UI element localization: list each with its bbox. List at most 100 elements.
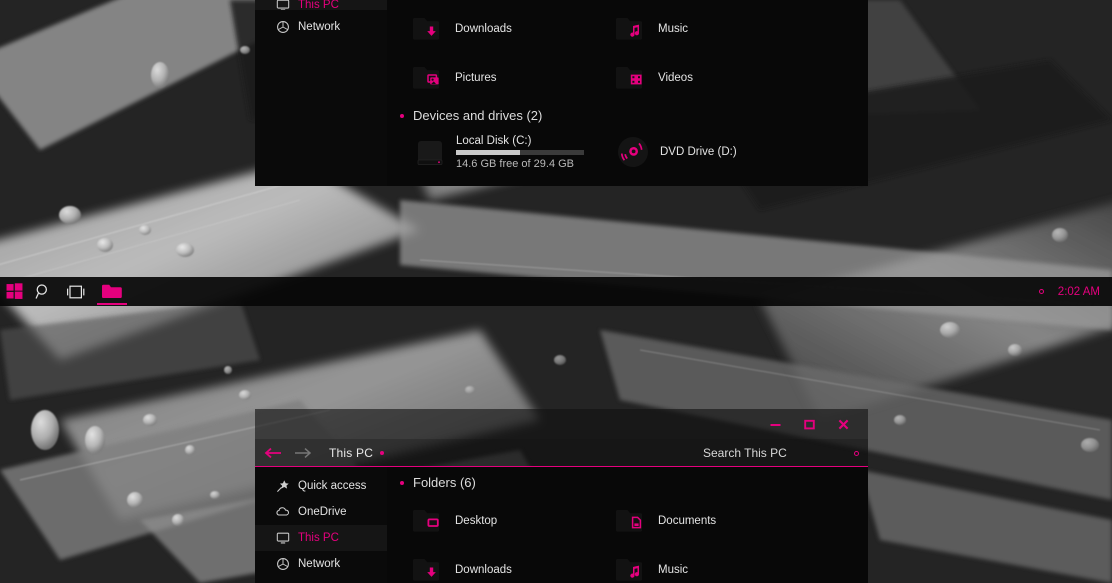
window-title-bar[interactable] — [255, 409, 868, 439]
arrow-right-icon — [295, 447, 312, 458]
navigation-pane[interactable]: This PC Network — [255, 0, 387, 186]
content-pane[interactable]: Downloads Music Pictures Videos Devices … — [387, 0, 868, 186]
explorer-window-top[interactable]: This PC Network Downloads Music Pictures… — [255, 0, 868, 186]
tile-label: Pictures — [455, 71, 497, 84]
forward-button[interactable] — [291, 441, 315, 465]
network-icon — [275, 557, 290, 572]
navigation-bar[interactable]: This PC Search This PC — [255, 439, 868, 467]
folder-documents-icon — [615, 507, 649, 535]
window-body: Quick access OneDrive This PC Network Fo… — [255, 467, 868, 583]
pin-star-icon — [275, 479, 290, 494]
sidebar-item-this-pc[interactable]: This PC — [255, 0, 387, 10]
folder-music-icon — [615, 15, 649, 43]
folder-tile[interactable]: Videos — [615, 53, 818, 102]
chevron-right-icon[interactable] — [380, 450, 385, 455]
search-icon[interactable] — [854, 450, 859, 456]
group-header-label: Devices and drives (2) — [413, 108, 543, 123]
minimize-icon — [770, 423, 780, 426]
sidebar-item-label: Quick access — [298, 480, 367, 492]
folder-tile[interactable]: Pictures — [412, 53, 615, 102]
search-box[interactable]: Search This PC — [548, 439, 868, 467]
monitor-icon — [275, 0, 290, 10]
drive-info: Local Disk (C:) 14.6 GB free of 29.4 GB — [456, 135, 584, 170]
file-explorer-taskbar-button[interactable] — [94, 277, 130, 306]
task-view-icon — [67, 285, 85, 298]
tile-label: Music — [658, 22, 689, 35]
start-button[interactable] — [0, 277, 29, 306]
optical-disc-icon — [615, 135, 651, 169]
folders-grid: Downloads Music Pictures Videos — [412, 4, 868, 102]
back-button[interactable] — [261, 441, 285, 465]
folder-tile[interactable]: Downloads — [412, 4, 615, 53]
content-pane[interactable]: Folders (6) Desktop Documents Downloads … — [387, 467, 868, 583]
tile-label: Downloads — [455, 22, 512, 35]
explorer-window-bottom[interactable]: This PC Search This PC Quick access OneD… — [255, 409, 868, 583]
sidebar-item-label: OneDrive — [298, 506, 347, 518]
task-view-button[interactable] — [58, 277, 94, 306]
network-icon — [275, 20, 290, 35]
folders-grid: Desktop Documents Downloads Music — [412, 496, 868, 583]
search-button[interactable] — [29, 277, 58, 306]
sidebar-item-label: This PC — [298, 532, 339, 544]
arrow-left-icon — [264, 447, 281, 458]
window-body: This PC Network Downloads Music Pictures… — [255, 0, 868, 186]
capacity-bar — [456, 149, 584, 155]
group-header-devices[interactable]: Devices and drives (2) — [400, 108, 868, 123]
drive-tile[interactable]: DVD Drive (D:) — [615, 129, 818, 175]
folder-videos-icon — [615, 64, 649, 92]
sidebar-item-quick-access[interactable]: Quick access — [255, 473, 387, 499]
folder-tile[interactable]: Documents — [615, 496, 818, 545]
sidebar-item-onedrive[interactable]: OneDrive — [255, 499, 387, 525]
window-controls — [758, 409, 860, 439]
system-tray[interactable]: 2:02 AM — [1038, 277, 1112, 306]
drive-tile[interactable]: Local Disk (C:) 14.6 GB free of 29.4 GB — [412, 129, 615, 175]
drive-capacity-text: 14.6 GB free of 29.4 GB — [456, 157, 575, 170]
folder-tile[interactable]: Music — [615, 545, 818, 583]
tile-label: Videos — [658, 71, 693, 84]
tile-label: Documents — [658, 514, 717, 527]
folder-tile[interactable]: Downloads — [412, 545, 615, 583]
tile-label: Desktop — [455, 514, 498, 527]
folder-tile[interactable]: Desktop — [412, 496, 615, 545]
drives-grid: Local Disk (C:) 14.6 GB free of 29.4 GB — [412, 129, 868, 175]
close-button[interactable] — [826, 411, 860, 437]
breadcrumb-item[interactable]: This PC — [329, 446, 373, 460]
breadcrumb[interactable]: This PC — [329, 446, 385, 460]
sidebar-item-label: This PC — [298, 0, 339, 10]
drive-label: Local Disk (C:) — [456, 134, 532, 147]
sidebar-item-network[interactable]: Network — [255, 14, 387, 40]
search-input[interactable]: Search This PC — [703, 446, 787, 460]
folder-desktop-icon — [412, 507, 446, 535]
tile-label: Downloads — [455, 563, 512, 576]
tray-overflow-icon[interactable] — [1038, 289, 1044, 294]
maximize-icon — [803, 419, 815, 429]
folder-download-icon — [412, 556, 446, 583]
taskbar-clock[interactable]: 2:02 AM — [1058, 286, 1100, 298]
chevron-down-icon[interactable] — [400, 113, 404, 118]
sidebar-item-label: Network — [298, 558, 341, 570]
capacity-bar-fill — [456, 149, 520, 155]
search-icon — [35, 284, 48, 299]
close-icon — [838, 419, 848, 429]
sidebar-item-network[interactable]: Network — [255, 551, 387, 577]
desktop: This PC Network Downloads Music Pictures… — [0, 0, 1112, 583]
windows-logo-icon — [6, 283, 23, 299]
folder-music-icon — [615, 556, 649, 583]
chevron-down-icon[interactable] — [400, 480, 404, 485]
folder-download-icon — [412, 15, 446, 43]
minimize-button[interactable] — [758, 411, 792, 437]
sidebar-item-label: Network — [298, 21, 341, 33]
navigation-pane[interactable]: Quick access OneDrive This PC Network — [255, 467, 387, 583]
folder-pictures-icon — [412, 64, 446, 92]
folder-tile[interactable]: Music — [615, 4, 818, 53]
sidebar-item-this-pc[interactable]: This PC — [255, 525, 387, 551]
group-header-folders[interactable]: Folders (6) — [400, 475, 868, 490]
maximize-button[interactable] — [792, 411, 826, 437]
drive-label: DVD Drive (D:) — [660, 146, 737, 158]
taskbar[interactable]: 2:02 AM — [0, 277, 1112, 306]
taskbar-buttons — [0, 277, 130, 306]
tile-label: Music — [658, 563, 689, 576]
cloud-icon — [275, 505, 290, 520]
hard-drive-icon — [412, 135, 448, 169]
folder-icon — [102, 284, 122, 298]
